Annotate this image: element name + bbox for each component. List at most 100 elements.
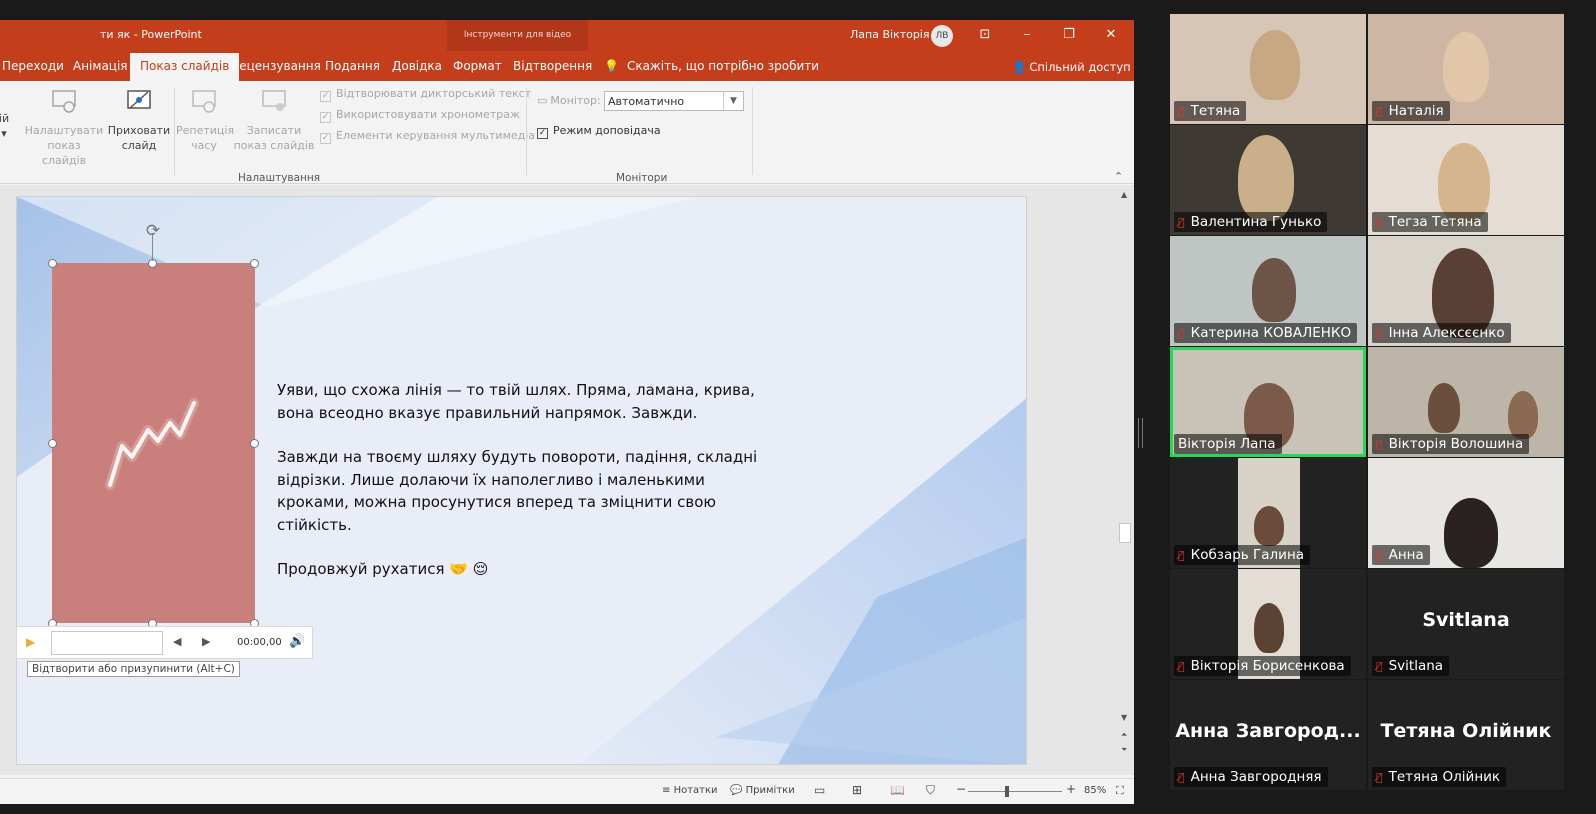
participant-name-tag: 🎙̸ Анна [1372,545,1430,565]
participant-name-tag: 🎙̸ Вікторія Волошина [1372,434,1530,454]
participant-tile[interactable]: 🎙̸ Вікторія Борисенкова [1170,569,1366,679]
status-bar: ≡ Нотатки 💬 Примітки ▭ ⊞ 📖 ⛉ − + 85% ⛶ [0,778,1134,804]
tab-format[interactable]: Формат [453,59,502,73]
mic-muted-icon: 🎙̸ [1376,438,1383,451]
participant-tile[interactable]: 🎙̸ Вікторія Волошина [1368,347,1564,457]
tab-slide-show[interactable]: Показ слайдів [130,53,240,81]
participant-name-tag: 🎙̸ Анна Завгородняя [1174,767,1328,787]
user-avatar[interactable]: ЛВ [931,25,953,47]
resize-handle[interactable] [250,439,259,448]
resize-handle[interactable] [250,259,259,268]
participant-name: Анна [1388,547,1424,563]
tab-transitions[interactable]: Переходи [2,59,64,73]
rehearse-timings-label: Репетиція часу [176,124,235,152]
participant-tile[interactable]: 🎙̸ Тегза Тетяна [1368,125,1564,235]
rotate-icon[interactable]: ⟳ [143,221,163,241]
monitor-select[interactable]: Автоматично ▼ [604,91,744,111]
setup-show-button[interactable]: Налаштувати показ слайдів [24,87,104,168]
powerpoint-window: ти як - PowerPoint Інструменти для відео… [0,20,1134,804]
checkbox-box: ✓ [537,128,548,139]
participant-name-tag: 🎙̸ Кобзарь Галина [1174,545,1311,565]
tab-animation[interactable]: Анімація [73,59,128,73]
fit-to-window-icon[interactable]: ⛶ [1116,784,1124,798]
media-controls-checkbox[interactable]: ✓ Елементи керування мультимедіа [320,129,535,144]
collapse-ribbon-icon[interactable]: ⌃ [1114,170,1123,183]
normal-view-icon[interactable]: ▭ [814,783,825,797]
ribbon-cut-off-button[interactable]: ій ▾ [0,111,10,141]
participant-name-tag: 🎙̸ Катерина КОВАЛЕНКО [1174,323,1358,343]
title-bar: ти як - PowerPoint Інструменти для відео… [0,20,1134,51]
presenter-view-checkbox[interactable]: ✓ Режим доповідача [537,124,661,139]
ribbon-display-icon[interactable]: ⊡ [974,25,996,45]
participant-tile[interactable]: 🎙̸ Анна [1368,458,1564,568]
rehearse-timings-button[interactable]: Репетиція часу [176,87,235,153]
resize-handle[interactable] [48,259,57,268]
participant-tile[interactable]: 🎙̸ Валентина Гунько [1170,125,1366,235]
participant-tile[interactable]: 🎙̸ Тетяна [1170,14,1366,124]
participant-tile[interactable]: 🎙̸ Катерина КОВАЛЕНКО [1170,236,1366,346]
previous-slide-icon[interactable]: ⏶ [1121,730,1127,740]
tell-me-search[interactable]: 💡 Скажіть, що потрібно зробити [604,59,819,73]
vertical-scrollbar[interactable]: ▲ ▼ ⏶ ⏷ [1118,185,1132,775]
slide-text-box[interactable]: Уяви, що схожа лінія — то твій шлях. Пря… [277,379,777,603]
hide-slide-button[interactable]: Приховати слайд [106,87,172,153]
tab-playback[interactable]: Відтворення [513,59,592,73]
splitter-handle[interactable] [1138,418,1143,448]
tab-view[interactable]: Подання [325,59,380,73]
record-show-button[interactable]: Записати показ слайдів [232,87,316,153]
scroll-down-icon[interactable]: ▼ [1121,713,1127,722]
reading-view-icon[interactable]: 📖 [890,783,905,797]
participant-tile[interactable]: 🎙̸ Кобзарь Галина [1170,458,1366,568]
restore-icon[interactable]: ❐ [1058,25,1080,45]
zoom-in-icon[interactable]: + [1066,782,1076,796]
participant-tile[interactable]: 🎙̸ Інна Алексєєнко [1368,236,1564,346]
presenter-view-label: Режим доповідача [553,124,661,137]
slide-sorter-icon[interactable]: ⊞ [852,783,862,797]
share-button[interactable]: 👤 Спільний доступ [1012,60,1131,74]
scroll-up-icon[interactable]: ▲ [1121,190,1127,199]
comments-button[interactable]: 💬 Примітки [730,785,795,796]
participant-tile[interactable]: Svitlana 🎙̸ Svitlana [1368,569,1564,679]
zoom-level[interactable]: 85% [1084,785,1106,796]
media-progress-track[interactable] [51,631,163,655]
mic-muted-icon: 🎙̸ [1178,549,1185,562]
step-forward-icon[interactable]: ▶ [202,635,210,648]
zoom-slider-thumb[interactable] [1005,786,1009,797]
slideshow-view-icon[interactable]: ⛉ [926,783,935,798]
participant-video [1508,391,1538,439]
participant-name: Катерина КОВАЛЕНКО [1190,325,1352,341]
lightbulb-icon: 💡 [604,59,619,73]
volume-icon[interactable]: 🔊 [289,634,305,649]
zoom-slider[interactable] [968,791,1062,792]
zoom-out-icon[interactable]: − [956,782,966,796]
participant-name: Тегза Тетяна [1388,214,1482,230]
play-narration-checkbox[interactable]: ✓ Відтворювати дикторський текст [320,87,531,102]
mic-muted-icon: 🎙̸ [1376,660,1383,673]
participant-tile[interactable]: Тетяна Олійник 🎙̸ Тетяна Олійник [1368,680,1564,790]
tell-me-text: Скажіть, що потрібно зробити [626,59,820,73]
use-timings-checkbox[interactable]: ✓ Використовувати хронометраж [320,108,520,123]
participant-video [1428,383,1460,433]
participant-tile-active-speaker[interactable]: Вікторія Лапа [1170,347,1366,457]
participant-tile[interactable]: 🎙̸ Наталія [1368,14,1564,124]
participant-display-name: Тетяна Олійник [1380,720,1552,742]
minimize-icon[interactable]: – [1016,25,1038,45]
play-icon[interactable]: ▶ [26,635,40,651]
participant-video [1250,30,1300,100]
scrollbar-thumb[interactable] [1119,523,1131,543]
use-timings-label: Використовувати хронометраж [336,108,520,121]
next-slide-icon[interactable]: ⏷ [1121,745,1127,755]
step-back-icon[interactable]: ◀ [173,635,181,648]
mic-muted-icon: 🎙̸ [1376,771,1383,784]
slide-canvas[interactable]: ⟳ Уяви, що схожа лінія — то твій шлях. П… [16,196,1027,765]
resize-handle[interactable] [48,439,57,448]
video-object[interactable] [52,263,255,623]
notes-button[interactable]: ≡ Нотатки [662,785,718,796]
close-icon[interactable]: ✕ [1100,25,1122,45]
user-name[interactable]: Лапа Вікторія [850,28,929,41]
tab-review[interactable]: Рецензування [232,59,321,73]
tab-help[interactable]: Довідка [392,59,442,73]
video-tools-context-label: Інструменти для відео [447,20,588,51]
play-pause-tooltip: Відтворити або призупинити (Alt+C) [27,661,240,677]
participant-tile[interactable]: Анна Завгород... 🎙̸ Анна Завгородняя [1170,680,1366,790]
